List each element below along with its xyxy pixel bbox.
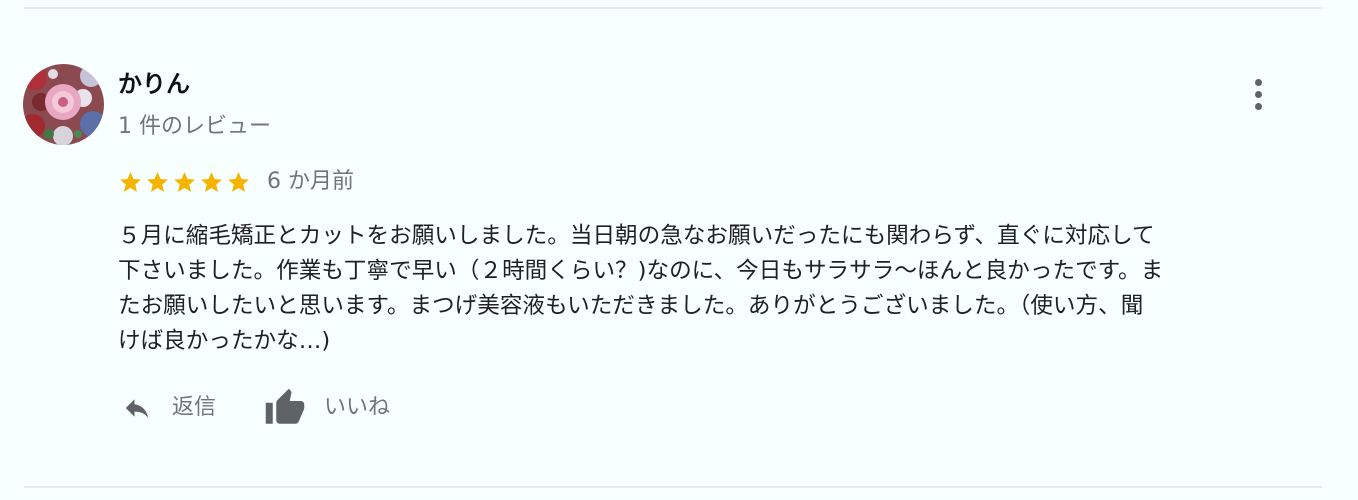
top-divider: [24, 7, 1322, 9]
reviewer-avatar[interactable]: [23, 64, 104, 145]
like-button[interactable]: いいね: [262, 387, 390, 429]
star-icon: [172, 170, 197, 195]
star-icon: [226, 170, 251, 195]
star-rating: [118, 170, 251, 195]
review-actions: 返信 いいね: [118, 386, 390, 430]
bottom-divider: [24, 486, 1322, 488]
star-icon: [145, 170, 170, 195]
reviewer-name[interactable]: かりん: [118, 68, 190, 100]
more-vert-icon-dot-1: [1254, 78, 1262, 86]
more-vert-icon-dot-3: [1254, 102, 1262, 110]
more-options-button[interactable]: [1240, 72, 1276, 116]
review-text: ５月に縮毛矯正とカットをお願いしました。当日朝の急なお願いだったにも関わらず、直…: [118, 223, 1164, 354]
reply-button[interactable]: 返信: [118, 393, 216, 423]
reply-icon: [118, 393, 156, 423]
rating-row: 6 か月前: [118, 166, 354, 198]
star-icon: [199, 170, 224, 195]
reviewer-review-count: 1 件のレビュー: [118, 114, 271, 139]
star-icon: [118, 170, 143, 195]
reply-label: 返信: [172, 395, 217, 420]
more-vert-icon-dot-2: [1254, 90, 1262, 98]
flower-photo-avatar: [23, 64, 104, 145]
like-label: いいね: [324, 395, 391, 420]
thumb-up-icon: [262, 387, 308, 429]
review-time: 6 か月前: [267, 169, 354, 194]
